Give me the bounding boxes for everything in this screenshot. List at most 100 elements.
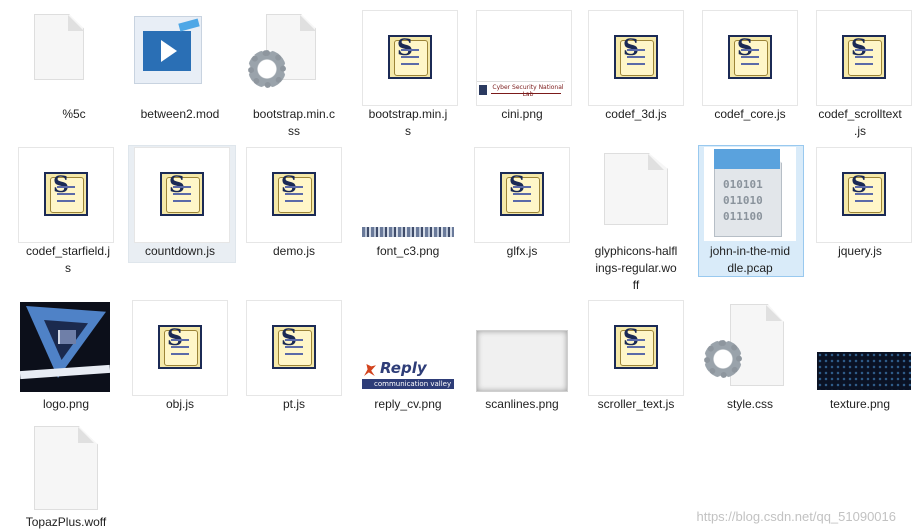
- script-icon: S: [388, 35, 432, 79]
- reply-sub-text: communication valley: [374, 380, 452, 388]
- file-name: TopazPlus.woff: [25, 515, 107, 529]
- flag-icon: [58, 330, 76, 344]
- thumbnail-frame: S: [362, 10, 458, 106]
- script-icon: S: [842, 35, 886, 79]
- runner-icon: [364, 364, 376, 376]
- logo-image: [20, 302, 110, 392]
- file-name-line: s: [65, 261, 71, 275]
- file-name-line: ss: [288, 124, 300, 138]
- file-name: logo.png: [42, 397, 90, 411]
- file-item-codef-core-js[interactable]: S codef_core.js: [694, 8, 806, 134]
- reply-brand-text: Reply: [380, 359, 427, 377]
- file-name-line: .js: [854, 124, 866, 138]
- thumbnail-frame: S: [474, 147, 570, 243]
- file-item-bootstrap-min-css[interactable]: bootstrap.min.c ss: [238, 8, 350, 140]
- generic-file-icon: [604, 153, 668, 225]
- thumbnail-frame: S: [588, 10, 684, 106]
- scanlines-image: [476, 330, 568, 392]
- file-item-pt-js[interactable]: S pt.js: [238, 298, 350, 416]
- binary-text-line: 011010: [723, 194, 763, 207]
- script-icon: S: [158, 325, 202, 369]
- thumbnail-frame: Cyber Security National Lab: [476, 10, 572, 106]
- file-name: codef_core.js: [714, 107, 786, 121]
- gear-icon: [248, 50, 286, 88]
- script-icon: S: [728, 35, 772, 79]
- file-name: glfx.js: [506, 244, 538, 258]
- script-icon: S: [842, 172, 886, 216]
- script-icon: S: [500, 172, 544, 216]
- cini-logo-image: Cyber Security National Lab: [477, 81, 565, 100]
- file-item-codef-scrolltext-js[interactable]: S codef_scrolltext .js: [808, 8, 912, 140]
- file-name: style.css: [726, 397, 773, 411]
- file-name: %5c: [62, 107, 86, 121]
- script-icon: S: [44, 172, 88, 216]
- texture-image: [817, 352, 911, 390]
- file-name: scanlines.png: [485, 397, 559, 411]
- file-name-line: bootstrap.min.j: [368, 107, 448, 121]
- file-name: reply_cv.png: [374, 397, 442, 411]
- file-name-line: codef_scrolltext: [818, 107, 902, 121]
- file-name: jquery.js: [838, 244, 882, 258]
- play-icon: [161, 40, 177, 62]
- file-name-line: s: [405, 124, 411, 138]
- file-name: demo.js: [272, 244, 316, 258]
- file-item-codef-starfield-js[interactable]: S codef_starfield.j s: [12, 145, 124, 277]
- file-name: john-in-the-mid dle.pcap: [696, 243, 804, 277]
- file-name: scroller_text.js: [597, 397, 675, 411]
- file-item-logo-png[interactable]: logo.png: [10, 298, 122, 416]
- thumbnail-frame: S: [18, 147, 114, 243]
- thumbnail-frame: S: [246, 300, 342, 396]
- file-name: texture.png: [829, 397, 891, 411]
- file-name: bootstrap.min.c ss: [238, 106, 350, 140]
- font-strip-image: [362, 227, 454, 237]
- file-item-bootstrap-min-js[interactable]: S bootstrap.min.j s: [352, 8, 464, 140]
- file-item-style-css[interactable]: style.css: [694, 298, 806, 416]
- file-item-glyphicons-woff[interactable]: glyphicons-halfl ings-regular.wo ff: [580, 145, 692, 295]
- file-item-scroller-text-js[interactable]: S scroller_text.js: [580, 298, 692, 416]
- file-name-line: bootstrap.min.c: [252, 107, 336, 121]
- file-name-line: dle.pcap: [727, 261, 773, 275]
- media-file-icon: [134, 16, 202, 84]
- file-name: obj.js: [165, 397, 194, 411]
- file-item-scanlines-png[interactable]: scanlines.png: [466, 298, 578, 416]
- file-item-jquery-js[interactable]: S jquery.js: [808, 145, 912, 263]
- file-item-between2-mod[interactable]: between2.mod: [124, 8, 236, 134]
- file-item-demo-js[interactable]: S demo.js: [238, 145, 350, 263]
- script-icon: S: [272, 325, 316, 369]
- file-grid: %5c between2.mod bootstrap.min.c ss S bo…: [0, 0, 912, 530]
- file-name: between2.mod: [140, 107, 220, 121]
- thumbnail-frame: S: [816, 10, 912, 106]
- file-name: cini.png: [501, 107, 543, 121]
- cini-logo-text: Cyber Security National Lab: [492, 84, 564, 98]
- script-icon: S: [272, 172, 316, 216]
- file-name: codef_3d.js: [605, 107, 667, 121]
- file-item-john-in-the-middle-pcap[interactable]: 010101 011010 011100 john-in-the-mid dle…: [696, 145, 804, 277]
- file-name-line: ings-regular.wo: [595, 261, 677, 275]
- file-item-countdown-js[interactable]: S countdown.js: [124, 145, 236, 263]
- file-name-line: john-in-the-mid: [709, 244, 791, 258]
- file-name: codef_starfield.j s: [12, 243, 124, 277]
- file-item-glfx-js[interactable]: S glfx.js: [466, 145, 578, 263]
- file-name: font_c3.png: [376, 244, 440, 258]
- file-item-cini-png[interactable]: Cyber Security National Lab cini.png: [466, 8, 578, 134]
- file-name-line: ff: [632, 278, 640, 292]
- file-item-texture-png[interactable]: texture.png: [808, 298, 912, 416]
- file-item-obj-js[interactable]: S obj.js: [124, 298, 236, 416]
- file-item-topazplus-woff[interactable]: TopazPlus.woff: [10, 422, 122, 530]
- file-name: codef_scrolltext .js: [808, 106, 912, 140]
- file-item-codef-3d-js[interactable]: S codef_3d.js: [580, 8, 692, 134]
- file-item-reply-cv-png[interactable]: Reply communication valley reply_cv.png: [352, 298, 464, 416]
- binary-text-line: 010101: [723, 178, 763, 191]
- script-icon: S: [614, 35, 658, 79]
- file-item-font-c3-png[interactable]: font_c3.png: [352, 145, 464, 263]
- watermark-text: https://blog.csdn.net/qq_51090016: [696, 509, 897, 524]
- file-item-%5c[interactable]: %5c: [18, 8, 130, 134]
- script-icon: S: [160, 172, 204, 216]
- thumbnail-frame: S: [816, 147, 912, 243]
- thumbnail-frame: S: [132, 300, 228, 396]
- script-icon: S: [614, 325, 658, 369]
- file-name: pt.js: [282, 397, 305, 411]
- file-name-line: codef_starfield.j: [25, 244, 111, 258]
- binary-file-icon: 010101 011010 011100: [704, 147, 796, 241]
- file-name: glyphicons-halfl ings-regular.wo ff: [580, 243, 692, 294]
